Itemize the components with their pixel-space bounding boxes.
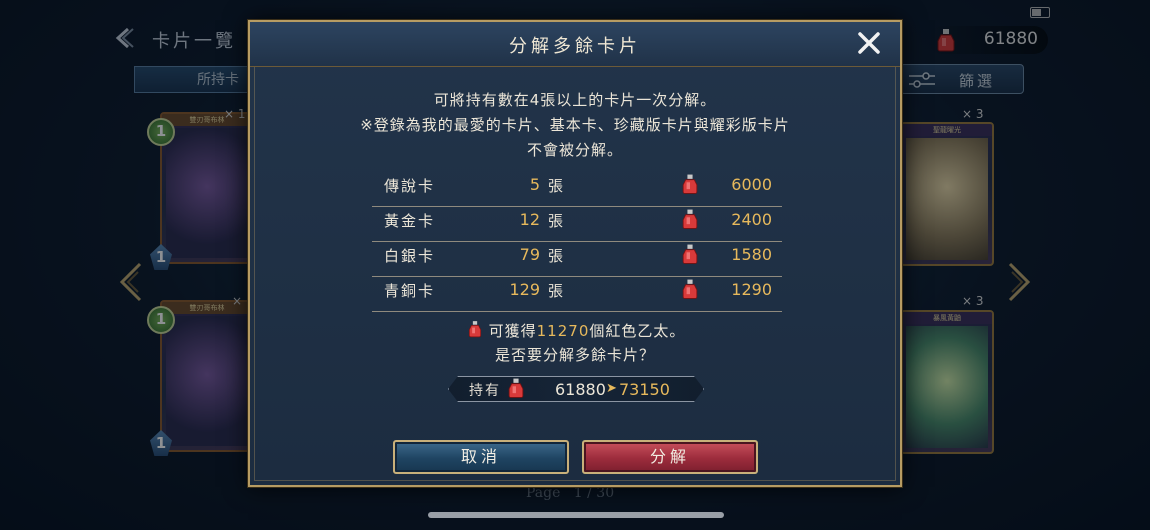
dialog-description: 可將持有數在4張以上的卡片一次分解。 ※登錄為我的最愛的卡片、基本卡、珍藏版卡片… bbox=[250, 88, 900, 163]
owned-ether-change: 持有 61880 ➤ 73150 bbox=[448, 376, 704, 402]
summary-amount: 11270 bbox=[536, 322, 590, 340]
desc-line: 不會被分解。 bbox=[526, 141, 623, 159]
red-ether-bottle-icon bbox=[682, 174, 698, 194]
table-row: 黃金卡 12 張 2400 bbox=[372, 207, 782, 242]
red-ether-bottle-icon bbox=[504, 375, 528, 401]
rarity-name: 青銅卡 bbox=[384, 282, 436, 300]
card-count: 129 bbox=[509, 280, 540, 299]
count-unit: 張 bbox=[548, 212, 564, 230]
ether-value: 1290 bbox=[731, 280, 772, 299]
arrow-right-icon: ➤ bbox=[606, 381, 617, 396]
rarity-table: 傳說卡 5 張 6000 黃金卡 12 張 2400 白銀卡 79 張 1580 bbox=[372, 172, 782, 312]
count-unit: 張 bbox=[548, 247, 564, 265]
red-ether-bottle-icon bbox=[682, 244, 698, 264]
close-icon[interactable] bbox=[856, 30, 882, 56]
home-indicator-bar[interactable] bbox=[428, 512, 724, 518]
summary-suffix: 個紅色乙太。 bbox=[589, 322, 686, 340]
owned-current: 61880 bbox=[555, 380, 606, 399]
table-row: 青銅卡 129 張 1290 bbox=[372, 277, 782, 312]
dismantle-button[interactable]: 分解 bbox=[582, 440, 758, 474]
card-count: 5 bbox=[529, 175, 540, 194]
dialog-title: 分解多餘卡片 bbox=[509, 36, 641, 57]
desc-line: ※登錄為我的最愛的卡片、基本卡、珍藏版卡片與耀彩版卡片 bbox=[360, 116, 790, 134]
dismantle-dialog: 分解多餘卡片 可將持有數在4張以上的卡片一次分解。 ※登錄為我的最愛的卡片、基本… bbox=[248, 20, 902, 487]
red-ether-bottle-icon bbox=[682, 209, 698, 229]
table-row: 白銀卡 79 張 1580 bbox=[372, 242, 782, 277]
rarity-name: 白銀卡 bbox=[384, 247, 436, 265]
card-count: 12 bbox=[519, 210, 540, 229]
ether-gain-summary: 可獲得11270個紅色乙太。 是否要分解多餘卡片？ bbox=[250, 318, 900, 367]
red-ether-bottle-icon bbox=[468, 321, 481, 338]
count-unit: 張 bbox=[548, 177, 564, 195]
rarity-name: 傳說卡 bbox=[384, 177, 436, 195]
confirm-question: 是否要分解多餘卡片？ bbox=[494, 346, 655, 364]
owned-after: 73150 bbox=[619, 380, 670, 399]
ether-value: 6000 bbox=[731, 175, 772, 194]
red-ether-bottle-icon bbox=[682, 279, 698, 299]
summary-prefix: 可獲得 bbox=[488, 322, 537, 340]
count-unit: 張 bbox=[548, 282, 564, 300]
desc-line: 可將持有數在4張以上的卡片一次分解。 bbox=[433, 91, 717, 109]
card-count: 79 bbox=[519, 245, 540, 264]
table-row: 傳說卡 5 張 6000 bbox=[372, 172, 782, 207]
cancel-button[interactable]: 取消 bbox=[393, 440, 569, 474]
ether-value: 1580 bbox=[731, 245, 772, 264]
owned-label: 持有 bbox=[469, 383, 501, 399]
ether-value: 2400 bbox=[731, 210, 772, 229]
dialog-header: 分解多餘卡片 bbox=[250, 22, 900, 67]
rarity-name: 黃金卡 bbox=[384, 212, 436, 230]
